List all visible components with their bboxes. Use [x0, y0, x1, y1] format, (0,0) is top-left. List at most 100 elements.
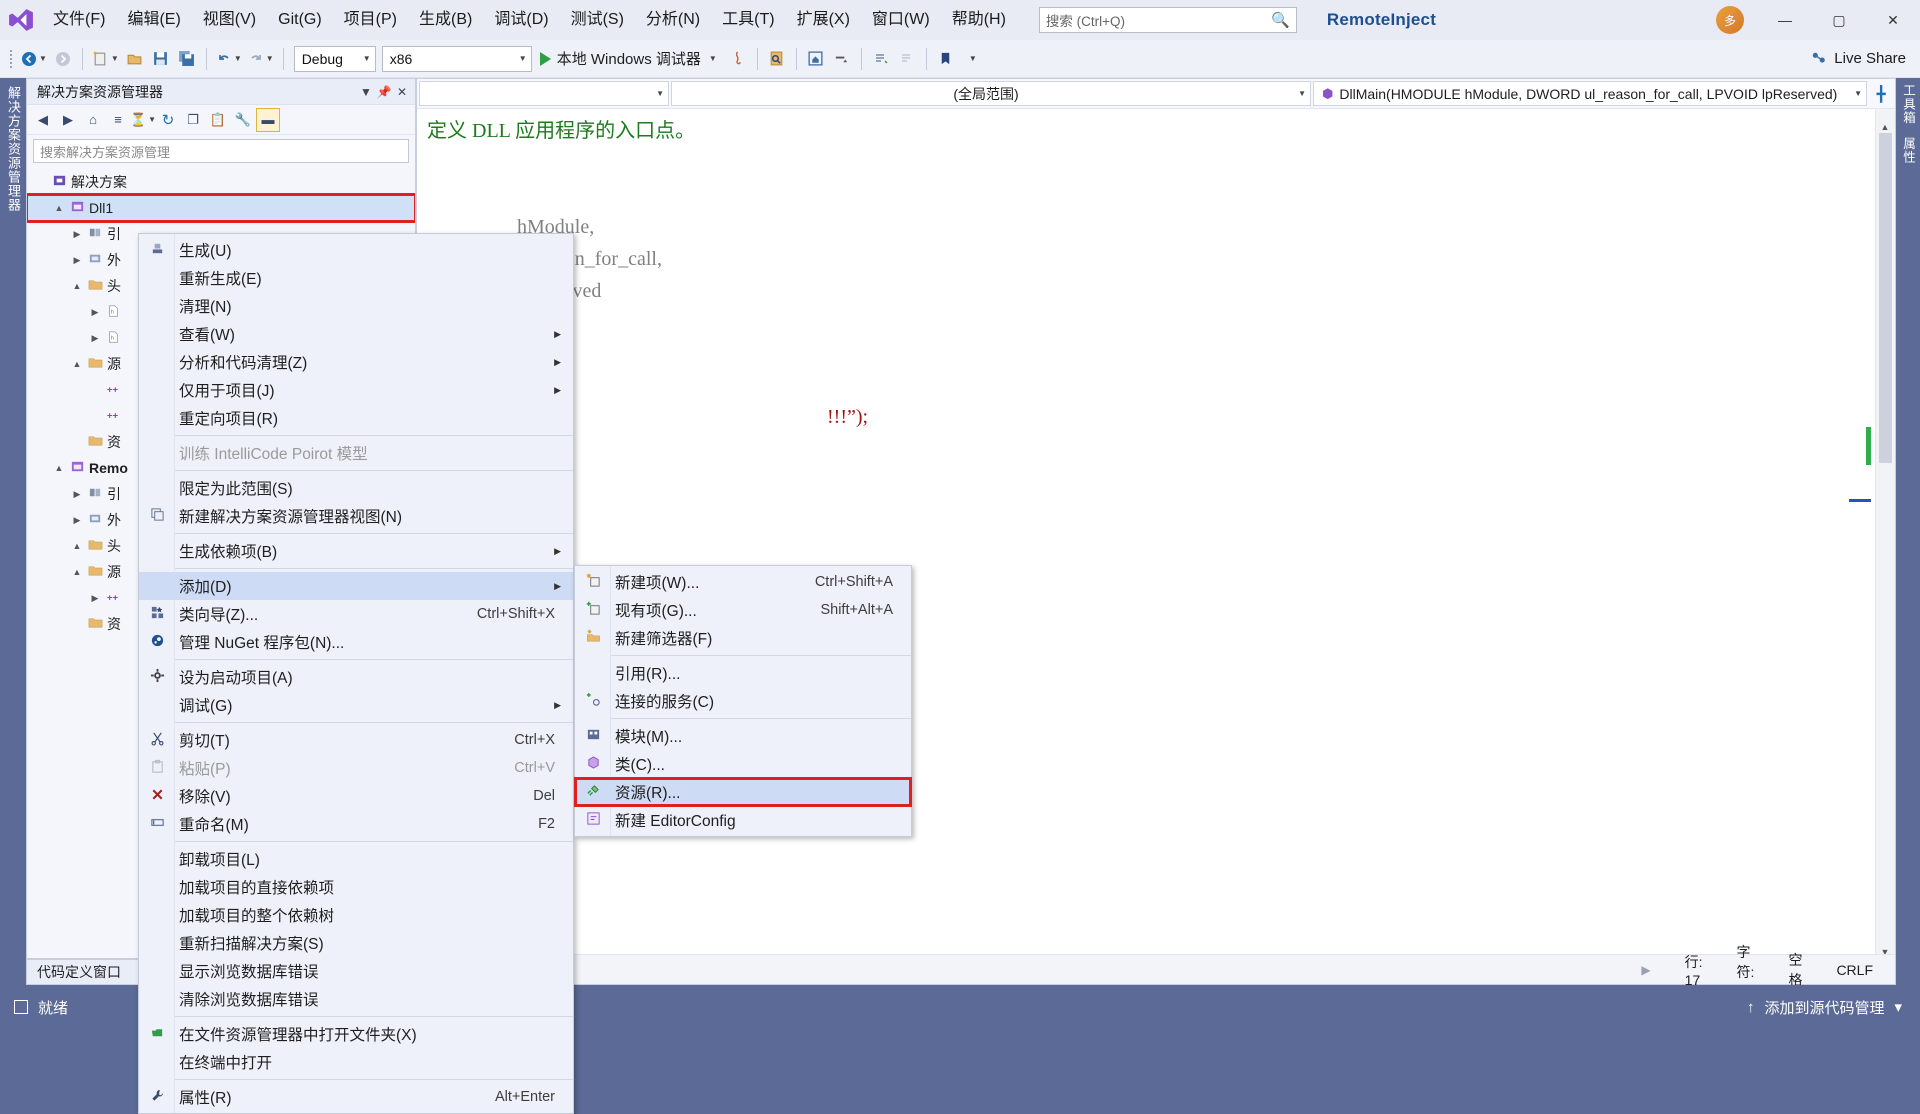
- menu-item[interactable]: 类(C)...: [575, 750, 911, 778]
- close-button[interactable]: ✕: [1866, 0, 1920, 40]
- home-icon[interactable]: ⌂: [81, 108, 105, 132]
- menu-item[interactable]: 查看(W)▶: [139, 320, 573, 348]
- add-to-source-control-label[interactable]: 添加到源代码管理: [1764, 997, 1884, 1018]
- menu-item[interactable]: 剪切(T)Ctrl+X: [139, 726, 573, 754]
- menu-item[interactable]: 引用(R)...: [575, 659, 911, 687]
- quick-search-input[interactable]: 搜索 (Ctrl+Q) 🔍: [1039, 7, 1297, 33]
- pin-icon[interactable]: 📌: [375, 85, 393, 99]
- sidebar-tab-properties[interactable]: 属性: [1896, 131, 1920, 170]
- scrollbar-thumb[interactable]: [1879, 133, 1892, 463]
- undo-icon[interactable]: ▼: [213, 45, 245, 73]
- menu-item[interactable]: 调试(G)▶: [139, 691, 573, 719]
- member-scope-dropdown[interactable]: ⬢ DllMain(HMODULE hModule, DWORD ul_reas…: [1313, 81, 1867, 106]
- menu-item[interactable]: 加载项目的直接依赖项: [139, 873, 573, 901]
- menu-item[interactable]: 连接的服务(C): [575, 687, 911, 715]
- save-all-icon[interactable]: [174, 45, 200, 73]
- open-file-icon[interactable]: [122, 45, 148, 73]
- tree-expander-icon[interactable]: ▲: [51, 463, 67, 473]
- sidebar-tab-solution-explorer[interactable]: 解决方案资源管理器: [0, 78, 27, 220]
- tree-expander-icon[interactable]: ▲: [69, 567, 85, 577]
- uncomment-icon[interactable]: [894, 45, 920, 73]
- show-all-files-icon[interactable]: ❐: [181, 108, 205, 132]
- sidebar-tab-toolbox[interactable]: 工具箱: [1896, 78, 1920, 131]
- menu-item[interactable]: 加载项目的整个依赖树: [139, 901, 573, 929]
- tree-expander-icon[interactable]: ▶: [87, 593, 103, 604]
- add-submenu[interactable]: 新建项(W)...Ctrl+Shift+A现有项(G)...Shift+Alt+…: [574, 565, 912, 837]
- home-icon[interactable]: [803, 45, 829, 73]
- configuration-dropdown[interactable]: Debug ▼: [294, 46, 376, 72]
- maximize-button[interactable]: ▢: [1812, 0, 1866, 40]
- tree-expander-icon[interactable]: ▶: [69, 229, 85, 240]
- menu-debug[interactable]: 调试(D): [483, 7, 559, 33]
- type-scope-dropdown[interactable]: (全局范围) ▼: [671, 81, 1311, 106]
- menu-item[interactable]: 新建筛选器(F): [575, 624, 911, 652]
- menu-item[interactable]: 在文件资源管理器中打开文件夹(X): [139, 1020, 573, 1048]
- menu-window[interactable]: 窗口(W): [861, 7, 941, 33]
- menu-help[interactable]: 帮助(H): [941, 7, 1017, 33]
- menu-item[interactable]: 显示浏览数据库错误: [139, 957, 573, 985]
- tree-expander-icon[interactable]: ▲: [51, 203, 67, 213]
- editor-vertical-scrollbar[interactable]: ▲ ▼: [1875, 109, 1895, 954]
- avatar[interactable]: 多: [1716, 6, 1744, 34]
- tree-expander-icon[interactable]: ▲: [69, 281, 85, 291]
- menu-project[interactable]: 项目(P): [333, 7, 408, 33]
- menu-item[interactable]: 移除(V)Del: [139, 782, 573, 810]
- menu-item[interactable]: 现有项(G)...Shift+Alt+A: [575, 596, 911, 624]
- tree-expander-icon[interactable]: ▲: [69, 541, 85, 551]
- menu-edit[interactable]: 编辑(E): [116, 7, 191, 33]
- menu-item[interactable]: 管理 NuGet 程序包(N)...: [139, 628, 573, 656]
- comment-icon[interactable]: [868, 45, 894, 73]
- menu-build[interactable]: 生成(B): [408, 7, 483, 33]
- project-scope-dropdown[interactable]: ▼: [419, 81, 669, 106]
- view-toggle-icon[interactable]: ▬: [256, 108, 280, 132]
- menu-item[interactable]: 限定为此范围(S): [139, 474, 573, 502]
- rectangle-icon[interactable]: [829, 45, 855, 73]
- save-icon[interactable]: [148, 45, 174, 73]
- menu-item[interactable]: 新建 EditorConfig: [575, 806, 911, 834]
- new-project-icon[interactable]: ▼: [89, 45, 122, 73]
- menu-git[interactable]: Git(G): [267, 7, 333, 33]
- menu-item[interactable]: 在终端中打开: [139, 1048, 573, 1076]
- menu-item[interactable]: 属性(R)Alt+Enter: [139, 1083, 573, 1111]
- menu-item[interactable]: 重新扫描解决方案(S): [139, 929, 573, 957]
- menu-item[interactable]: 生成依赖项(B)▶: [139, 537, 573, 565]
- menu-item[interactable]: 资源(R)...: [575, 778, 911, 806]
- tree-expander-icon[interactable]: ▶: [69, 255, 85, 266]
- menu-item[interactable]: 清理(N): [139, 292, 573, 320]
- menu-item[interactable]: 清除浏览数据库错误: [139, 985, 573, 1013]
- project-context-menu[interactable]: 生成(U)重新生成(E)清理(N)查看(W)▶分析和代码清理(Z)▶仅用于项目(…: [138, 233, 574, 1114]
- chevron-down-icon[interactable]: ▼: [357, 85, 375, 99]
- menu-analyze[interactable]: 分析(N): [635, 7, 711, 33]
- menu-item[interactable]: 生成(U): [139, 236, 573, 264]
- find-in-files-icon[interactable]: [764, 45, 790, 73]
- toolbar-grip[interactable]: [8, 47, 16, 71]
- menu-item[interactable]: 添加(D)▶: [139, 572, 573, 600]
- pending-changes-icon[interactable]: ⏳▼: [131, 108, 155, 132]
- redo-icon[interactable]: ▼: [245, 45, 277, 73]
- arrow-up-icon[interactable]: ↑: [1747, 999, 1755, 1016]
- bookmark-icon[interactable]: [933, 45, 959, 73]
- menu-item[interactable]: 仅用于项目(J)▶: [139, 376, 573, 404]
- scroll-down-arrow-icon[interactable]: ▼: [1878, 936, 1892, 952]
- forward-icon[interactable]: ▶: [56, 108, 80, 132]
- collapse-all-icon[interactable]: ≡: [106, 108, 130, 132]
- menu-item[interactable]: 分析和代码清理(Z)▶: [139, 348, 573, 376]
- solution-explorer-search-input[interactable]: 搜索解决方案资源管理: [33, 139, 409, 163]
- live-share-button[interactable]: Live Share: [1810, 50, 1906, 67]
- tree-item[interactable]: ▲Dll1: [27, 195, 415, 221]
- menu-item[interactable]: 卸载项目(L): [139, 845, 573, 873]
- refresh-icon[interactable]: ↻: [156, 108, 180, 132]
- menu-extensions[interactable]: 扩展(X): [786, 7, 861, 33]
- menu-file[interactable]: 文件(F): [42, 7, 116, 33]
- menu-tools[interactable]: 工具(T): [711, 7, 785, 33]
- menu-item[interactable]: 重定向项目(R): [139, 404, 573, 432]
- hot-reload-icon[interactable]: [725, 45, 751, 73]
- menu-item[interactable]: 重命名(M)F2: [139, 810, 573, 838]
- menu-item[interactable]: 新建项(W)...Ctrl+Shift+A: [575, 568, 911, 596]
- split-view-icon[interactable]: ╋: [1867, 79, 1895, 108]
- properties-icon[interactable]: 🔧: [231, 108, 255, 132]
- scroll-up-arrow-icon[interactable]: ▲: [1878, 111, 1892, 127]
- tree-expander-icon[interactable]: ▶: [69, 489, 85, 500]
- minimize-button[interactable]: —: [1758, 0, 1812, 40]
- navigate-back-icon[interactable]: ▼: [18, 45, 50, 73]
